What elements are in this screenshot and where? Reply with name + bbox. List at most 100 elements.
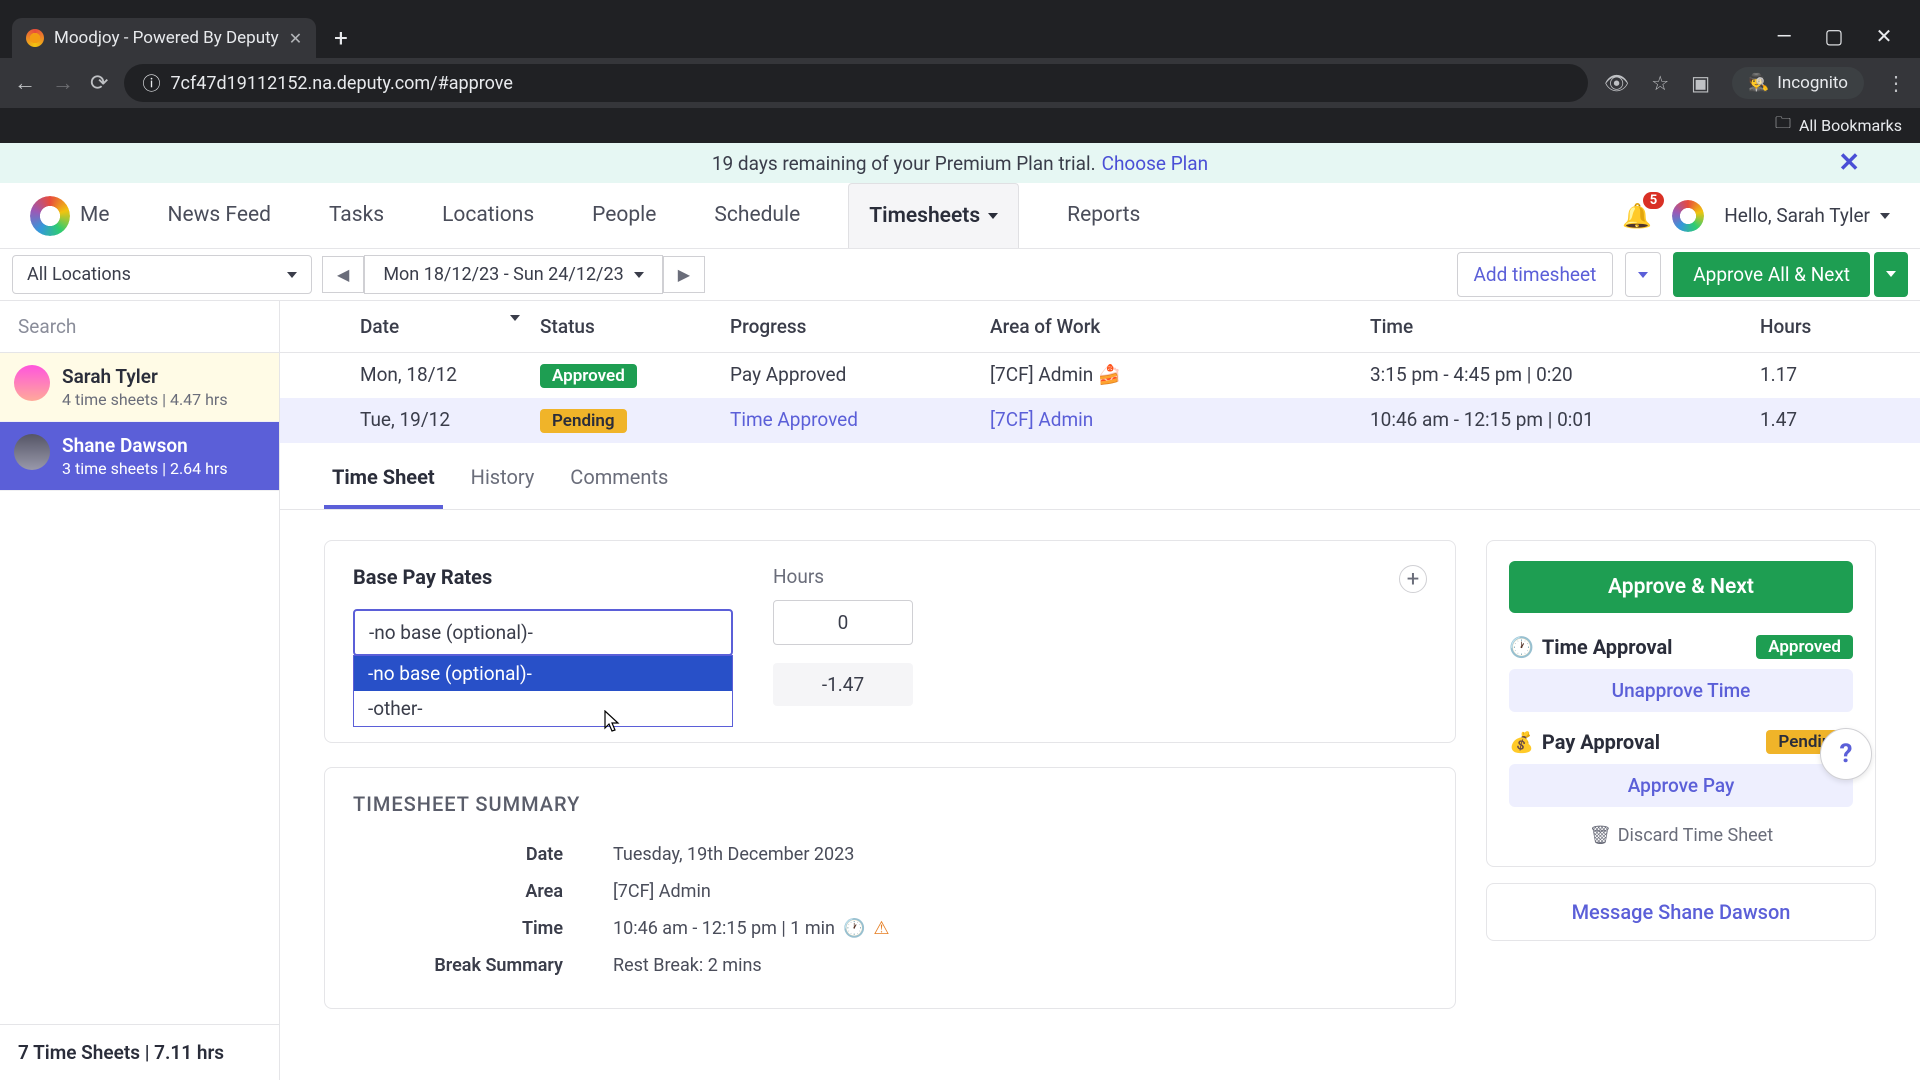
nav-me[interactable]: Me [70,183,119,248]
unapprove-time-button[interactable]: Unapprove Time [1509,669,1853,712]
timesheet-table: Date Status Progress Area of Work Time H… [280,301,1920,443]
bookmark-star-icon[interactable]: ☆ [1651,71,1669,95]
incognito-icon: 🕵 [1748,73,1769,93]
tab-history[interactable]: History [463,449,543,509]
browser-tab[interactable]: Moodjoy - Powered By Deputy ✕ [12,18,316,58]
nav-locations[interactable]: Locations [432,183,544,248]
banner-close-icon[interactable]: ✕ [1838,148,1860,178]
add-timesheet-dropdown[interactable] [1625,252,1661,297]
nav-schedule[interactable]: Schedule [704,183,810,248]
discard-timesheet-link[interactable]: 🗑Discard Time Sheet [1509,825,1853,846]
notifications-button[interactable]: 🔔5 [1622,202,1652,230]
new-tab-button[interactable]: + [320,18,362,58]
incognito-badge[interactable]: 🕵 Incognito [1732,67,1864,99]
employee-sidebar: Search Sarah Tyler 4 time sheets | 4.47 … [0,301,280,1080]
user-avatar-icon[interactable] [1672,200,1704,232]
table-header: Date Status Progress Area of Work Time H… [280,301,1920,353]
clock-icon: 🕐 [1509,635,1534,659]
status-badge: Pending [540,409,627,433]
url-bar[interactable]: ⓘ 7cf47d19112152.na.deputy.com/#approve [124,64,1587,102]
hours-input[interactable]: 0 [773,600,913,645]
nav-news-feed[interactable]: News Feed [157,183,280,248]
approve-next-button[interactable]: Approve & Next [1509,561,1853,613]
date-range-select[interactable]: Mon 18/12/23 - Sun 24/12/23 [364,255,662,294]
next-week-button[interactable]: ▶ [663,256,705,293]
forward-button: → [52,70,74,96]
app-logo-icon[interactable] [30,196,70,236]
avatar-icon [14,434,50,470]
trial-banner: 19 days remaining of your Premium Plan t… [0,143,1920,183]
chevron-down-icon [988,213,998,219]
header-area[interactable]: Area of Work [990,315,1370,338]
nav-reports[interactable]: Reports [1057,183,1150,248]
trash-icon: 🗑 [1589,825,1612,846]
app-header: Me News Feed Tasks Locations People Sche… [0,183,1920,249]
tab-title: Moodjoy - Powered By Deputy [54,28,279,48]
approval-sidebar: Approve & Next 🕐Time Approval Approved U… [1486,540,1876,1009]
bookmark-bar: 🗀 All Bookmarks [0,108,1920,143]
menu-icon[interactable]: ⋮ [1886,71,1906,95]
add-pay-rate-button[interactable]: + [1399,565,1427,593]
hours-readonly: -1.47 [773,663,913,706]
tab-comments[interactable]: Comments [562,449,676,509]
base-pay-select[interactable]: -no base (optional)- [353,609,733,656]
maximize-icon[interactable]: ▢ [1824,24,1844,48]
tab-timesheet[interactable]: Time Sheet [324,449,443,509]
header-date[interactable]: Date [340,315,540,338]
header-status[interactable]: Status [540,315,730,338]
employee-item[interactable]: Shane Dawson 3 time sheets | 2.64 hrs [0,422,279,491]
tab-favicon-icon [26,29,44,47]
message-employee-button[interactable]: Message Shane Dawson [1486,883,1876,941]
back-button[interactable]: ← [14,70,36,96]
base-pay-option[interactable]: -other- [354,691,732,726]
url-text: 7cf47d19112152.na.deputy.com/#approve [170,73,512,94]
base-pay-dropdown: -no base (optional)- -other- [353,655,733,727]
approve-all-dropdown[interactable] [1874,252,1908,297]
browser-tab-strip: Moodjoy - Powered By Deputy ✕ + — ▢ ✕ [0,0,1920,58]
employee-name: Sarah Tyler [62,365,228,388]
window-controls: — ▢ ✕ [1774,24,1920,58]
sort-icon [510,315,520,321]
approve-all-button[interactable]: Approve All & Next [1673,252,1870,297]
money-icon: 💰 [1509,730,1534,754]
nav-tasks[interactable]: Tasks [319,183,394,248]
chevron-down-icon [1886,271,1896,277]
side-panel-icon[interactable]: ▣ [1691,71,1710,95]
table-row[interactable]: Tue, 19/12 Pending Time Approved [7CF] A… [280,398,1920,443]
close-window-icon[interactable]: ✕ [1874,24,1894,48]
nav-people[interactable]: People [582,183,666,248]
reload-button[interactable]: ⟳ [90,71,108,96]
nav-timesheets[interactable]: Timesheets [848,183,1019,248]
choose-plan-link[interactable]: Choose Plan [1102,152,1209,175]
all-bookmarks-link[interactable]: All Bookmarks [1799,116,1902,135]
folder-icon: 🗀 [1775,112,1791,139]
header-time[interactable]: Time [1370,315,1740,338]
detail-tabs: Time Sheet History Comments [280,449,1920,510]
timesheet-summary-card: TIMESHEET SUMMARY DateTuesday, 19th Dece… [324,767,1456,1009]
summary-title: TIMESHEET SUMMARY [353,792,1427,816]
header-hours[interactable]: Hours [1740,315,1920,338]
prev-week-button[interactable]: ◀ [322,256,364,293]
employee-item[interactable]: Sarah Tyler 4 time sheets | 4.47 hrs [0,353,279,422]
hours-label: Hours [773,565,913,588]
site-info-icon[interactable]: ⓘ [142,70,160,96]
header-progress[interactable]: Progress [730,315,990,338]
approve-pay-button[interactable]: Approve Pay [1509,764,1853,807]
chevron-down-icon [1638,272,1648,278]
chevron-down-icon [634,272,644,278]
chevron-down-icon [1880,213,1890,219]
location-select[interactable]: All Locations [12,255,312,294]
base-pay-option[interactable]: -no base (optional)- [354,656,732,691]
minimize-icon[interactable]: — [1774,24,1794,48]
add-timesheet-button[interactable]: Add timesheet [1457,252,1614,297]
filter-toolbar: All Locations ◀ Mon 18/12/23 - Sun 24/12… [0,249,1920,301]
eye-off-icon[interactable]: 👁 [1604,71,1629,95]
search-input[interactable]: Search [0,301,279,353]
employee-name: Shane Dawson [62,434,228,457]
user-menu[interactable]: Hello, Sarah Tyler [1724,204,1890,227]
main-nav: Me News Feed Tasks Locations People Sche… [70,183,1150,248]
table-row[interactable]: Mon, 18/12 Approved Pay Approved [7CF] A… [280,353,1920,398]
help-button[interactable]: ? [1820,728,1872,780]
avatar-icon [14,365,50,401]
close-tab-icon[interactable]: ✕ [289,29,302,48]
